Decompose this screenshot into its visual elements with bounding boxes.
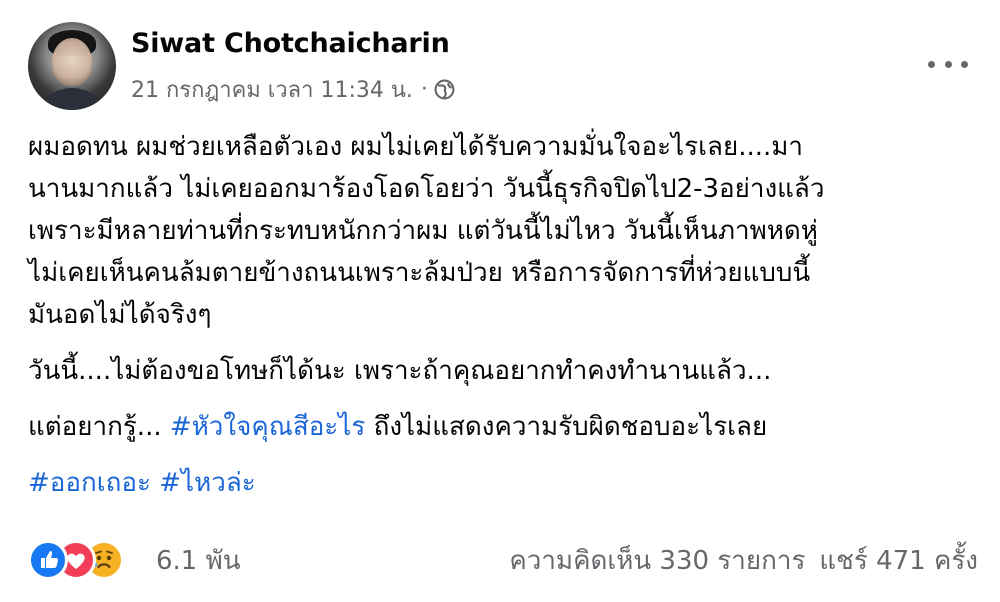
post-paragraph-4: #ออกเถอะ #ไหวล่ะ bbox=[28, 462, 978, 504]
comments-count[interactable]: ความคิดเห็น 330 รายการ bbox=[509, 546, 805, 576]
facebook-post: Siwat Chotchaicharin 21 กรกฎาคม เวลา 11:… bbox=[0, 0, 1000, 602]
more-options-icon[interactable] bbox=[928, 54, 968, 74]
post-line: ผมอดทน ผมช่วยเหลือตัวเอง ผมไม่เคยได้รับค… bbox=[28, 132, 803, 162]
post-paragraph-3: แต่อยากรู้... #หัวใจคุณสีอะไร ถึงไม่แสดง… bbox=[28, 406, 978, 448]
post-line: มันอดไม่ได้จริงๆ bbox=[28, 300, 212, 330]
reactions-count[interactable]: 6.1 พัน bbox=[156, 540, 241, 581]
hashtag-link[interactable]: #ออกเถอะ bbox=[28, 468, 151, 498]
globe-icon[interactable] bbox=[434, 79, 455, 100]
like-reaction-icon bbox=[28, 540, 68, 580]
text-prefix: แต่อยากรู้... bbox=[28, 412, 170, 442]
hashtag-link[interactable]: #ไหวล่ะ bbox=[159, 468, 256, 498]
avatar-face bbox=[52, 38, 92, 86]
post-paragraph-2: วันนี้....ไม่ต้องขอโทษก็ได้นะ เพราะถ้าคุ… bbox=[28, 350, 978, 392]
post-stats: ความคิดเห็น 330 รายการ แชร์ 471 ครั้ง bbox=[509, 540, 978, 581]
post-line: เพราะมีหลายท่านที่กระทบหนักกว่าผม แต่วัน… bbox=[28, 216, 818, 246]
post-line: #ออกเถอะ #ไหวล่ะ bbox=[28, 462, 978, 504]
post-body: ผมอดทน ผมช่วยเหลือตัวเอง ผมไม่เคยได้รับค… bbox=[28, 126, 978, 504]
post-line: นานมากแล้ว ไม่เคยออกมาร้องโอดโอยว่า วันน… bbox=[28, 174, 825, 204]
avatar[interactable] bbox=[28, 22, 116, 110]
post-line: แต่อยากรู้... #หัวใจคุณสีอะไร ถึงไม่แสดง… bbox=[28, 406, 978, 448]
post-footer: 6.1 พัน ความคิดเห็น 330 รายการ แชร์ 471 ค… bbox=[28, 536, 978, 582]
meta-separator: · bbox=[420, 77, 428, 102]
post-meta: 21 กรกฎาคม เวลา 11:34 น. · bbox=[131, 72, 455, 107]
post-header: Siwat Chotchaicharin 21 กรกฎาคม เวลา 11:… bbox=[28, 22, 972, 110]
reactions-summary[interactable] bbox=[28, 538, 148, 580]
post-line: ไม่เคยเห็นคนล้มตายข้างถนนเพราะล้มป่วย หร… bbox=[28, 258, 811, 288]
author-name[interactable]: Siwat Chotchaicharin bbox=[131, 28, 450, 59]
hashtag-link[interactable]: #หัวใจคุณสีอะไร bbox=[170, 412, 365, 442]
shares-count[interactable]: แชร์ 471 ครั้ง bbox=[819, 546, 978, 576]
post-timestamp[interactable]: 21 กรกฎาคม เวลา 11:34 น. bbox=[131, 72, 413, 107]
post-line: วันนี้....ไม่ต้องขอโทษก็ได้นะ เพราะถ้าคุ… bbox=[28, 356, 772, 386]
text-suffix: ถึงไม่แสดงความรับผิดชอบอะไรเลย bbox=[365, 412, 768, 442]
avatar-shirt bbox=[34, 88, 110, 110]
post-paragraph-1: ผมอดทน ผมช่วยเหลือตัวเอง ผมไม่เคยได้รับค… bbox=[28, 126, 978, 336]
